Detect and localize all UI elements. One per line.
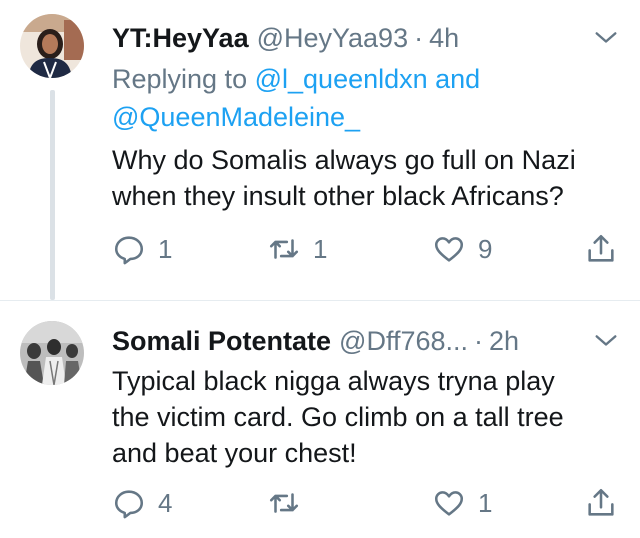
timestamp[interactable]: 2h xyxy=(489,326,519,357)
tweet[interactable]: YT:HeyYaa @HeyYaa93 · 4h Replying to @l_… xyxy=(0,0,640,300)
separator-dot: · xyxy=(474,325,484,356)
display-name[interactable]: Somali Potentate xyxy=(112,326,331,357)
avatar[interactable] xyxy=(20,321,84,385)
like-button[interactable]: 1 xyxy=(432,483,492,523)
tweet-text: Typical black nigga always tryna play th… xyxy=(112,363,622,471)
tweet-header: Somali Potentate @Dff768... · 2h xyxy=(112,321,620,361)
share-icon xyxy=(588,234,614,262)
tweet-text: Why do Somalis always go full on Nazi wh… xyxy=(112,142,622,214)
retweet-icon xyxy=(269,239,299,259)
like-icon xyxy=(434,491,464,516)
like-count: 1 xyxy=(478,487,493,518)
share-icon xyxy=(588,488,614,516)
tweet-text-line: Typical black nigga always tryna play xyxy=(112,366,555,396)
tweet-actions: 1 1 9 xyxy=(112,229,622,269)
mention-link[interactable]: @QueenMadeleine_ xyxy=(112,102,360,132)
like-button[interactable]: 9 xyxy=(432,229,492,269)
reply-count: 4 xyxy=(158,487,173,518)
reply-icon xyxy=(114,236,144,265)
thread-line xyxy=(50,90,55,300)
timestamp[interactable]: 4h xyxy=(429,23,459,54)
tweet-text-line: the victim card. Go climb on a tall tree xyxy=(112,402,564,432)
reply-icon xyxy=(114,490,144,519)
username[interactable]: @HeyYaa93 xyxy=(257,23,409,54)
display-name[interactable]: YT:HeyYaa xyxy=(112,23,249,54)
mention-link[interactable]: @l_queenldxn and xyxy=(255,64,481,94)
share-button[interactable] xyxy=(584,483,618,523)
retweet-icon xyxy=(269,493,299,513)
retweet-button[interactable] xyxy=(267,483,313,523)
avatar[interactable] xyxy=(20,14,84,78)
like-count: 9 xyxy=(478,233,493,264)
tweet-header: YT:HeyYaa @HeyYaa93 · 4h xyxy=(112,18,620,58)
chevron-down-icon[interactable] xyxy=(592,327,620,355)
replying-to-label: Replying to xyxy=(112,64,248,94)
like-icon xyxy=(434,237,464,262)
tweet-text-line: when they insult other black Africans? xyxy=(112,181,564,211)
retweet-button[interactable]: 1 xyxy=(267,229,327,269)
separator-dot: · xyxy=(414,22,424,53)
tweet-text-line: Why do Somalis always go full on Nazi xyxy=(112,145,576,175)
tweet[interactable]: Somali Potentate @Dff768... · 2h Typical… xyxy=(0,300,640,538)
chevron-down-icon[interactable] xyxy=(592,24,620,52)
reply-count: 1 xyxy=(158,233,173,264)
tweet-actions: 4 1 xyxy=(112,483,622,523)
replying-to: Replying to @l_queenldxn and @QueenMadel… xyxy=(112,60,612,136)
share-button[interactable] xyxy=(584,229,618,269)
reply-button[interactable]: 4 xyxy=(112,483,172,523)
reply-button[interactable]: 1 xyxy=(112,229,172,269)
retweet-count: 1 xyxy=(313,233,328,264)
tweet-text-line: and beat your chest! xyxy=(112,438,357,468)
username[interactable]: @Dff768... xyxy=(339,326,468,357)
